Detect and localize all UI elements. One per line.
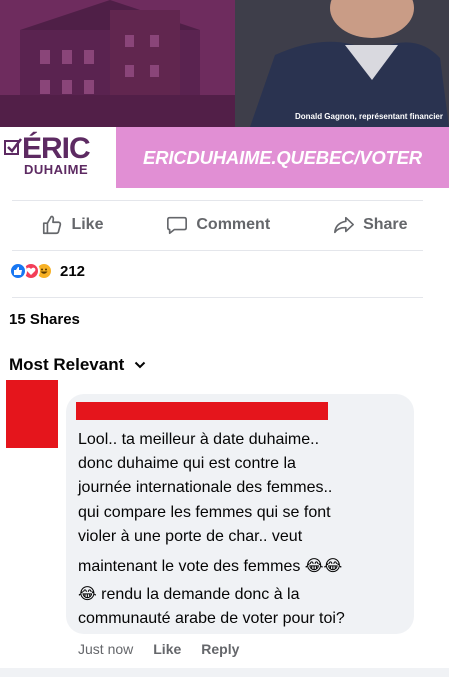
comment-line: 😂 rendu la demande donc à la	[78, 586, 300, 604]
brand-surname: DUHAIME	[24, 162, 89, 177]
thumbs-up-icon	[43, 215, 62, 235]
comment-like-button[interactable]: Like	[153, 641, 181, 657]
comment-time[interactable]: Just now	[78, 641, 133, 657]
divider	[12, 250, 423, 251]
reactions-summary[interactable]: 212	[9, 262, 85, 280]
ad-photo-graphic	[0, 0, 449, 127]
ad-url-box[interactable]: ERICDUHAIME.QUEBEC/VOTER	[116, 127, 449, 188]
sort-label: Most Relevant	[9, 355, 125, 374]
avatar[interactable]	[6, 380, 58, 448]
photo-credit: Donald Gagnon, représentant financier	[294, 112, 443, 121]
section-separator	[0, 668, 449, 677]
comment-button[interactable]: Comment	[166, 214, 270, 236]
share-label: Share	[363, 216, 408, 233]
brand-logo: ÉRIC DUHAIME	[0, 127, 116, 188]
comment-label: Comment	[196, 216, 271, 233]
comment-line: Lool.. ta meilleur à date duhaime..	[78, 431, 320, 448]
comment-meta: Just now Like Reply	[78, 641, 239, 657]
comment-sort-dropdown[interactable]: Most Relevant	[9, 355, 146, 375]
comment-line: journée internationale des femmes..	[78, 479, 333, 497]
divider	[12, 297, 423, 298]
comment-line: communauté arabe de voter pour toi?	[78, 610, 345, 628]
commenter-name[interactable]	[76, 402, 328, 420]
comment-line: maintenant le vote des femmes 😂😂	[78, 558, 343, 576]
like-button[interactable]: Like	[41, 214, 103, 236]
post-action-bar: Like Comment Share	[0, 200, 449, 250]
share-icon	[334, 216, 355, 234]
share-button[interactable]: Share	[333, 214, 408, 236]
comment-line: violer à une porte de char.. veut	[78, 527, 303, 545]
like-label: Like	[71, 216, 104, 233]
like-icon	[9, 262, 27, 280]
brand-name: ÉRIC	[22, 132, 91, 165]
reaction-count: 212	[60, 262, 86, 280]
ad-photo: Donald Gagnon, représentant financier	[0, 0, 449, 127]
chevron-down-icon	[135, 361, 146, 369]
ad-banner[interactable]: ÉRIC DUHAIME ERICDUHAIME.QUEBEC/VOTER	[0, 127, 449, 188]
comment-icon	[167, 216, 188, 235]
comment-reply-button[interactable]: Reply	[201, 641, 239, 657]
comment-line: donc duhaime qui est contre la	[78, 455, 296, 473]
comment-bubble: Lool.. ta meilleur à date duhaime.. donc…	[66, 394, 414, 634]
ad-url[interactable]: ERICDUHAIME.QUEBEC/VOTER	[143, 147, 422, 169]
shares-count[interactable]: 15 Shares	[9, 311, 80, 328]
checkmark-icon	[4, 138, 22, 155]
comment-line: qui compare les femmes qui se font	[78, 503, 331, 521]
comment-text: Lool.. ta meilleur à date duhaime.. donc…	[78, 428, 404, 632]
